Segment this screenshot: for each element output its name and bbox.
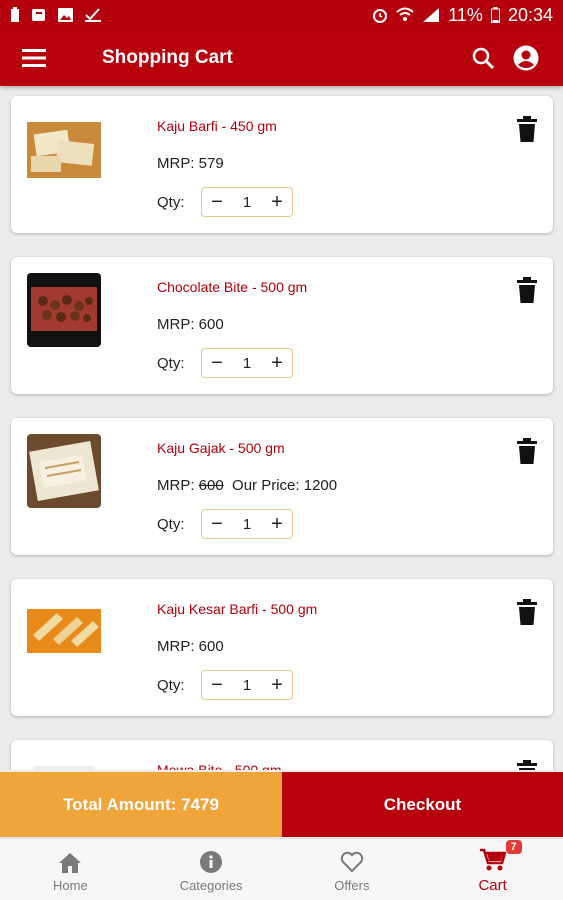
product-image[interactable] <box>27 112 101 186</box>
home-icon <box>59 852 82 873</box>
notification-icon <box>32 9 45 21</box>
cart-item: Kaju Kesar Barfi - 500 gm MRP: 600 Qty: … <box>11 579 553 716</box>
menu-icon <box>22 49 46 67</box>
total-amount: Total Amount: 7479 <box>0 772 282 837</box>
delete-icon[interactable] <box>517 277 537 303</box>
mrp-label: MRP: <box>157 638 199 655</box>
menu-button[interactable] <box>0 30 68 86</box>
product-image[interactable] <box>27 595 101 669</box>
increase-button[interactable]: + <box>262 349 292 377</box>
checkout-bar: Total Amount: 7479 Checkout <box>0 772 563 837</box>
our-price: Our Price: 1200 <box>232 477 338 494</box>
nav-offers[interactable]: Offers <box>282 839 423 900</box>
mrp-value: 600 <box>198 638 224 655</box>
product-name[interactable]: Mewa Bite - 500 gm <box>157 762 282 770</box>
mrp-value-struck: 600 <box>198 477 224 494</box>
product-price: MRP: 600 <box>157 638 224 655</box>
mrp-label: MRP: <box>157 155 199 172</box>
clock: 20:34 <box>507 4 553 25</box>
cart-icon <box>479 848 506 870</box>
increase-button[interactable]: + <box>262 188 292 216</box>
delete-icon[interactable] <box>517 116 537 142</box>
nav-home-label: Home <box>53 877 88 893</box>
battery-saver-icon <box>11 7 19 22</box>
mrp-label: MRP: <box>157 477 199 494</box>
increase-button[interactable]: + <box>262 510 292 538</box>
heart-icon <box>340 851 364 872</box>
nav-home[interactable]: Home <box>0 839 141 900</box>
increase-button[interactable]: + <box>262 671 292 699</box>
image-icon <box>58 8 73 22</box>
product-name[interactable]: Chocolate Bite - 500 gm <box>157 279 307 295</box>
nav-cart[interactable]: 7 Cart <box>422 839 563 900</box>
nav-offers-label: Offers <box>334 877 370 893</box>
cart-item: Kaju Gajak - 500 gm MRP: 600 Our Price: … <box>11 418 553 555</box>
qty-row: Qty: − 1 + <box>157 509 293 539</box>
qty-row: Qty: − 1 + <box>157 187 293 217</box>
product-name[interactable]: Kaju Kesar Barfi - 500 gm <box>157 601 317 617</box>
qty-label: Qty: <box>157 676 185 694</box>
alarm-icon <box>373 9 388 23</box>
product-name[interactable]: Kaju Barfi - 450 gm <box>157 118 277 134</box>
quantity-stepper: − 1 + <box>201 348 293 378</box>
battery-percent: 11% <box>448 4 483 25</box>
mrp-label: MRP: <box>157 316 199 333</box>
qty-label: Qty: <box>157 193 185 211</box>
cart-count-badge: 7 <box>505 839 522 854</box>
nav-cart-label: Cart <box>478 876 507 894</box>
product-price: MRP: 579 <box>157 155 224 172</box>
status-bar: 11% 20:34 <box>0 0 563 30</box>
quantity-stepper: − 1 + <box>201 670 293 700</box>
nav-categories[interactable]: Categories <box>141 839 282 900</box>
decrease-button[interactable]: − <box>202 671 232 699</box>
account-icon[interactable] <box>513 45 539 71</box>
product-image[interactable] <box>27 273 101 347</box>
delete-icon[interactable] <box>517 438 537 464</box>
decrease-button[interactable]: − <box>202 349 232 377</box>
qty-row: Qty: − 1 + <box>157 670 293 700</box>
product-price: MRP: 600 <box>157 316 224 333</box>
status-right: 11% 20:34 <box>372 5 553 26</box>
battery-icon <box>490 7 500 23</box>
check-icon <box>85 8 101 22</box>
quantity-value: 1 <box>242 354 252 372</box>
wifi-icon <box>396 7 414 21</box>
product-name[interactable]: Kaju Gajak - 500 gm <box>157 440 285 456</box>
decrease-button[interactable]: − <box>202 510 232 538</box>
checkout-button[interactable]: Checkout <box>282 772 563 837</box>
quantity-value: 1 <box>242 515 252 533</box>
signal-icon <box>423 8 440 22</box>
info-icon <box>200 850 223 873</box>
page-title: Shopping Cart <box>102 47 233 68</box>
product-image[interactable] <box>27 434 101 508</box>
search-icon[interactable] <box>471 46 495 70</box>
status-left-icons <box>10 7 101 23</box>
cart-item: Chocolate Bite - 500 gm MRP: 600 Qty: − … <box>11 257 553 394</box>
qty-label: Qty: <box>157 515 185 533</box>
delete-icon[interactable] <box>517 760 537 770</box>
cart-item: Mewa Bite - 500 gm <box>11 740 553 770</box>
qty-label: Qty: <box>157 354 185 372</box>
quantity-value: 1 <box>242 676 252 694</box>
bottom-nav: Home Categories Offers 7 Cart <box>0 838 563 900</box>
qty-row: Qty: − 1 + <box>157 348 293 378</box>
cart-list[interactable]: Kaju Barfi - 450 gm MRP: 579 Qty: − 1 + … <box>0 86 563 770</box>
quantity-value: 1 <box>242 193 252 211</box>
mrp-value: 579 <box>198 155 224 172</box>
decrease-button[interactable]: − <box>202 188 232 216</box>
product-price: MRP: 600 Our Price: 1200 <box>157 477 337 494</box>
app-bar: Shopping Cart <box>0 30 563 86</box>
quantity-stepper: − 1 + <box>201 509 293 539</box>
cart-item: Kaju Barfi - 450 gm MRP: 579 Qty: − 1 + <box>11 96 553 233</box>
nav-categories-label: Categories <box>179 877 243 893</box>
product-image[interactable] <box>27 756 101 770</box>
delete-icon[interactable] <box>517 599 537 625</box>
mrp-value: 600 <box>198 316 224 333</box>
quantity-stepper: − 1 + <box>201 187 293 217</box>
